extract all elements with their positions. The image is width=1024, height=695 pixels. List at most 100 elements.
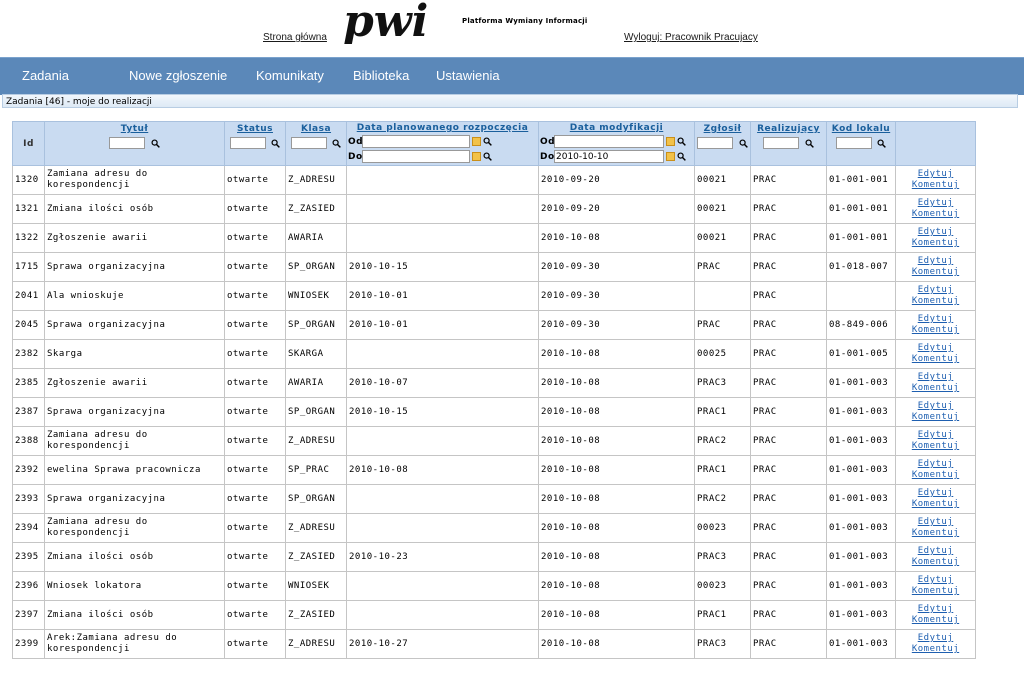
- location-filter-input[interactable]: [835, 137, 872, 149]
- table-row[interactable]: 2385 Zgłoszenie awarii otwarte AWARIA 2010-1…: [12, 368, 976, 398]
- cell-modified: 2010-09-30: [538, 310, 695, 340]
- sort-reported-link[interactable]: Zgłosił: [696, 124, 749, 134]
- edit-link[interactable]: Edytuj: [898, 488, 973, 499]
- search-icon[interactable]: [271, 138, 281, 148]
- edit-link[interactable]: Edytuj: [898, 633, 973, 644]
- table-row[interactable]: 2397 Zmiana ilości osób otwarte Z_ZASIED 201…: [12, 600, 976, 630]
- cell-status: otwarte: [224, 600, 286, 630]
- search-icon[interactable]: [739, 138, 748, 148]
- table-row[interactable]: 1322 Zgłoszenie awarii otwarte AWARIA 2010-1…: [12, 223, 976, 253]
- comment-link[interactable]: Komentuj: [898, 499, 973, 510]
- sort-status-link[interactable]: Status: [226, 124, 284, 134]
- logout-link[interactable]: Wyloguj: Pracownik Pracujacy: [624, 32, 758, 43]
- modified-from-input[interactable]: [554, 135, 664, 148]
- modified-to-input[interactable]: [554, 150, 664, 163]
- table-row[interactable]: 1321 Zmiana ilości osób otwarte Z_ZASIED 201…: [12, 194, 976, 224]
- edit-link[interactable]: Edytuj: [898, 256, 973, 267]
- table-row[interactable]: 2395 Zmiana ilości osób otwarte Z_ZASIED 201…: [12, 542, 976, 572]
- table-row[interactable]: 2393 Sprawa organizacyjna otwarte SP_ORGAN 2…: [12, 484, 976, 514]
- table-row[interactable]: 2382 Skarga otwarte SKARGA 2010-10-08 00025 PR…: [12, 339, 976, 369]
- cell-planned: 2010-10-01: [346, 281, 539, 311]
- nav-item-biblioteka[interactable]: Biblioteka: [353, 68, 409, 83]
- cell-planned: 2010-10-15: [346, 397, 539, 427]
- status-filter-input[interactable]: [229, 137, 266, 149]
- cell-id: 2382: [12, 339, 45, 369]
- table-row[interactable]: 2399 Arek:Zamiana adresu do korespondencj…: [12, 629, 976, 659]
- calendar-icon[interactable]: [666, 152, 675, 161]
- comment-link[interactable]: Komentuj: [898, 267, 973, 278]
- comment-link[interactable]: Komentuj: [898, 644, 973, 655]
- comment-link[interactable]: Komentuj: [898, 238, 973, 249]
- search-icon[interactable]: [677, 137, 686, 146]
- sort-location-link[interactable]: Kod lokalu: [828, 124, 894, 134]
- table-row[interactable]: 2388 Zamiana adresu do korespondencji otwa…: [12, 426, 976, 456]
- comment-link[interactable]: Komentuj: [898, 412, 973, 423]
- home-link[interactable]: Strona główna: [263, 32, 327, 43]
- search-icon[interactable]: [677, 152, 686, 161]
- edit-link[interactable]: Edytuj: [898, 430, 973, 441]
- edit-link[interactable]: Edytuj: [898, 575, 973, 586]
- search-icon[interactable]: [483, 152, 492, 161]
- edit-link[interactable]: Edytuj: [898, 169, 973, 180]
- table-row[interactable]: 1320 Zamiana adresu do korespondencji otwa…: [12, 165, 976, 195]
- search-icon[interactable]: [805, 138, 814, 148]
- sort-title-link[interactable]: Tytuł: [46, 124, 223, 134]
- edit-link[interactable]: Edytuj: [898, 314, 973, 325]
- edit-link[interactable]: Edytuj: [898, 198, 973, 209]
- nav-item-komunikaty[interactable]: Komunikaty: [256, 68, 324, 83]
- edit-link[interactable]: Edytuj: [898, 227, 973, 238]
- edit-link[interactable]: Edytuj: [898, 401, 973, 412]
- comment-link[interactable]: Komentuj: [898, 528, 973, 539]
- edit-link[interactable]: Edytuj: [898, 517, 973, 528]
- cell-title: Zmiana ilości osób: [44, 600, 225, 630]
- planned-to-input[interactable]: [362, 150, 470, 163]
- nav-item-ustawienia[interactable]: Ustawienia: [436, 68, 500, 83]
- cell-realizing: PRAC: [750, 165, 827, 195]
- modified-from-row: Od: [540, 134, 693, 149]
- edit-link[interactable]: Edytuj: [898, 285, 973, 296]
- comment-link[interactable]: Komentuj: [898, 441, 973, 452]
- edit-link[interactable]: Edytuj: [898, 372, 973, 383]
- edit-link[interactable]: Edytuj: [898, 546, 973, 557]
- table-row[interactable]: 2392 ewelina Sprawa pracownicza otwarte SP_…: [12, 455, 976, 485]
- comment-link[interactable]: Komentuj: [898, 180, 973, 191]
- comment-link[interactable]: Komentuj: [898, 296, 973, 307]
- sort-planned-link[interactable]: Data planowanego rozpoczęcia: [348, 123, 537, 133]
- table-row[interactable]: 2041 Ala wnioskuje otwarte WNIOSEK 2010-10-0…: [12, 281, 976, 311]
- calendar-icon[interactable]: [472, 137, 481, 146]
- sort-realizing-link[interactable]: Realizujący: [752, 124, 825, 134]
- table-row[interactable]: 2394 Zamiana adresu do korespondencji otwa…: [12, 513, 976, 543]
- calendar-icon[interactable]: [666, 137, 675, 146]
- search-icon[interactable]: [877, 138, 887, 148]
- reported-filter-input[interactable]: [697, 137, 734, 149]
- realizing-filter-input[interactable]: [763, 137, 800, 149]
- comment-link[interactable]: Komentuj: [898, 383, 973, 394]
- calendar-icon[interactable]: [472, 152, 481, 161]
- table-row[interactable]: 1715 Sprawa organizacyjna otwarte SP_ORGAN 2…: [12, 252, 976, 282]
- edit-link[interactable]: Edytuj: [898, 459, 973, 470]
- comment-link[interactable]: Komentuj: [898, 354, 973, 365]
- comment-link[interactable]: Komentuj: [898, 470, 973, 481]
- comment-link[interactable]: Komentuj: [898, 209, 973, 220]
- table-row[interactable]: 2045 Sprawa organizacyjna otwarte SP_ORGAN 2…: [12, 310, 976, 340]
- edit-link[interactable]: Edytuj: [898, 343, 973, 354]
- comment-link[interactable]: Komentuj: [898, 615, 973, 626]
- search-icon[interactable]: [151, 138, 160, 148]
- search-icon[interactable]: [332, 138, 342, 148]
- planned-from-input[interactable]: [362, 135, 470, 148]
- comment-link[interactable]: Komentuj: [898, 557, 973, 568]
- comment-link[interactable]: Komentuj: [898, 325, 973, 336]
- table-row[interactable]: 2387 Sprawa organizacyjna otwarte SP_ORGAN 2…: [12, 397, 976, 427]
- class-filter-input[interactable]: [290, 137, 327, 149]
- edit-link[interactable]: Edytuj: [898, 604, 973, 615]
- title-filter-input[interactable]: [109, 137, 146, 149]
- nav-item-nowe-zgloszenie[interactable]: Nowe zgłoszenie: [129, 68, 227, 83]
- sort-modified-link[interactable]: Data modyfikacji: [540, 123, 693, 133]
- nav-item-zadania[interactable]: Zadania: [22, 68, 69, 83]
- cell-klasa: Z_ZASIED: [285, 194, 347, 224]
- table-row[interactable]: 2396 Wniosek lokatora otwarte WNIOSEK 2010-1…: [12, 571, 976, 601]
- sort-class-link[interactable]: Klasa: [287, 124, 345, 134]
- comment-link[interactable]: Komentuj: [898, 586, 973, 597]
- search-icon[interactable]: [483, 137, 492, 146]
- cell-klasa: SKARGA: [285, 339, 347, 369]
